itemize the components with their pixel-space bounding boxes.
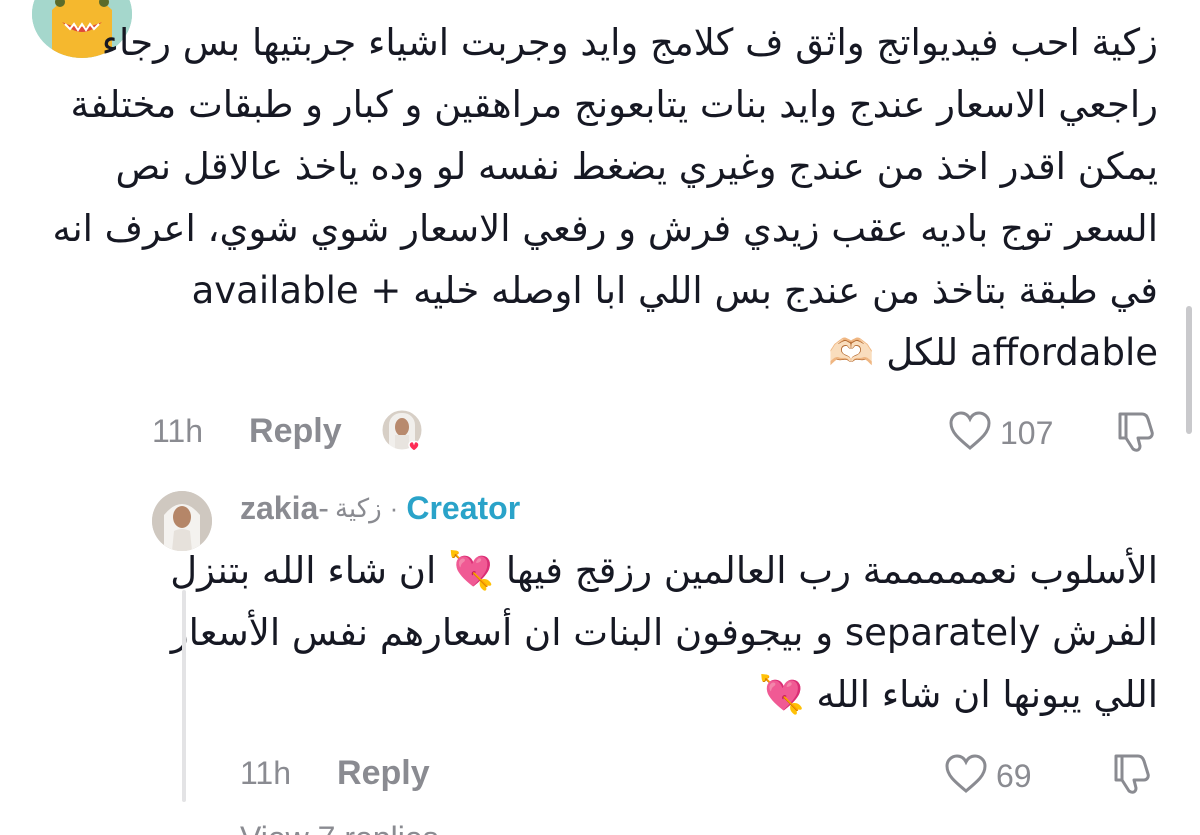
reply-reply-button[interactable]: Reply (337, 754, 430, 793)
reply-line: الأسلوب نعمممممة رب العالمين رزقج فيها 💘… (170, 549, 1158, 592)
comment-line: affordable للكل 🫶🏻 (828, 331, 1158, 374)
comment-timestamp: 11h (152, 413, 204, 449)
reply-display-name[interactable]: زكية (335, 494, 382, 524)
comment-text: زكية احب فيديواتج واثق ف كلامج وايد وجرب… (52, 12, 1158, 384)
dislike-icon[interactable] (1108, 750, 1154, 800)
reply-text: الأسلوب نعمممممة رب العالمين رزقج فيها 💘… (170, 540, 1158, 726)
heart-icon[interactable] (948, 410, 992, 457)
view-replies-button[interactable]: View 7 replies (240, 820, 439, 835)
reply-username[interactable]: zakia (240, 490, 318, 527)
reply-header: zakia - زكية · Creator (240, 490, 520, 527)
thread-line (182, 590, 186, 802)
reply-line: اللي يبونها ان شاء الله 💘 (758, 673, 1158, 716)
username-separator: - (318, 490, 329, 526)
comment-line: زكية احب فيديواتج واثق ف كلامج وايد وجرب… (101, 21, 1158, 64)
creator-liked-avatar (381, 409, 427, 455)
scrollbar[interactable] (1186, 306, 1192, 434)
reply-like-group: 69 (944, 753, 1032, 800)
dislike-icon[interactable] (1112, 408, 1158, 458)
creator-badge: Creator (406, 490, 521, 526)
comments-screen: زكية احب فيديواتج واثق ف كلامج وايد وجرب… (0, 0, 1200, 835)
heart-icon[interactable] (944, 753, 988, 800)
reply-meta: 11h Reply (240, 754, 430, 793)
separator-dot: · (389, 493, 399, 523)
reply-line: الفرش separately و بيجوفون البنات ان أسع… (170, 611, 1158, 654)
comment-line: راجعي الاسعار عندج وايد بنات يتابعونج مر… (70, 83, 1158, 126)
comment-like-group: 107 (948, 410, 1053, 457)
like-count: 107 (1000, 415, 1054, 451)
like-count: 69 (996, 758, 1032, 794)
comment-line: في طبقة بتاخذ من عندج بس اللي ابا اوصله … (191, 269, 1158, 312)
comment-meta: 11h Reply (152, 412, 342, 451)
comment-line: السعر توج باديه عقب زيدي فرش و رفعي الاس… (52, 207, 1158, 250)
reply-timestamp: 11h (240, 755, 292, 791)
reply-button[interactable]: Reply (249, 412, 342, 451)
comment-line: يمكن اقدر اخذ من عندج وغيري يضغط نفسه لو… (115, 145, 1158, 188)
